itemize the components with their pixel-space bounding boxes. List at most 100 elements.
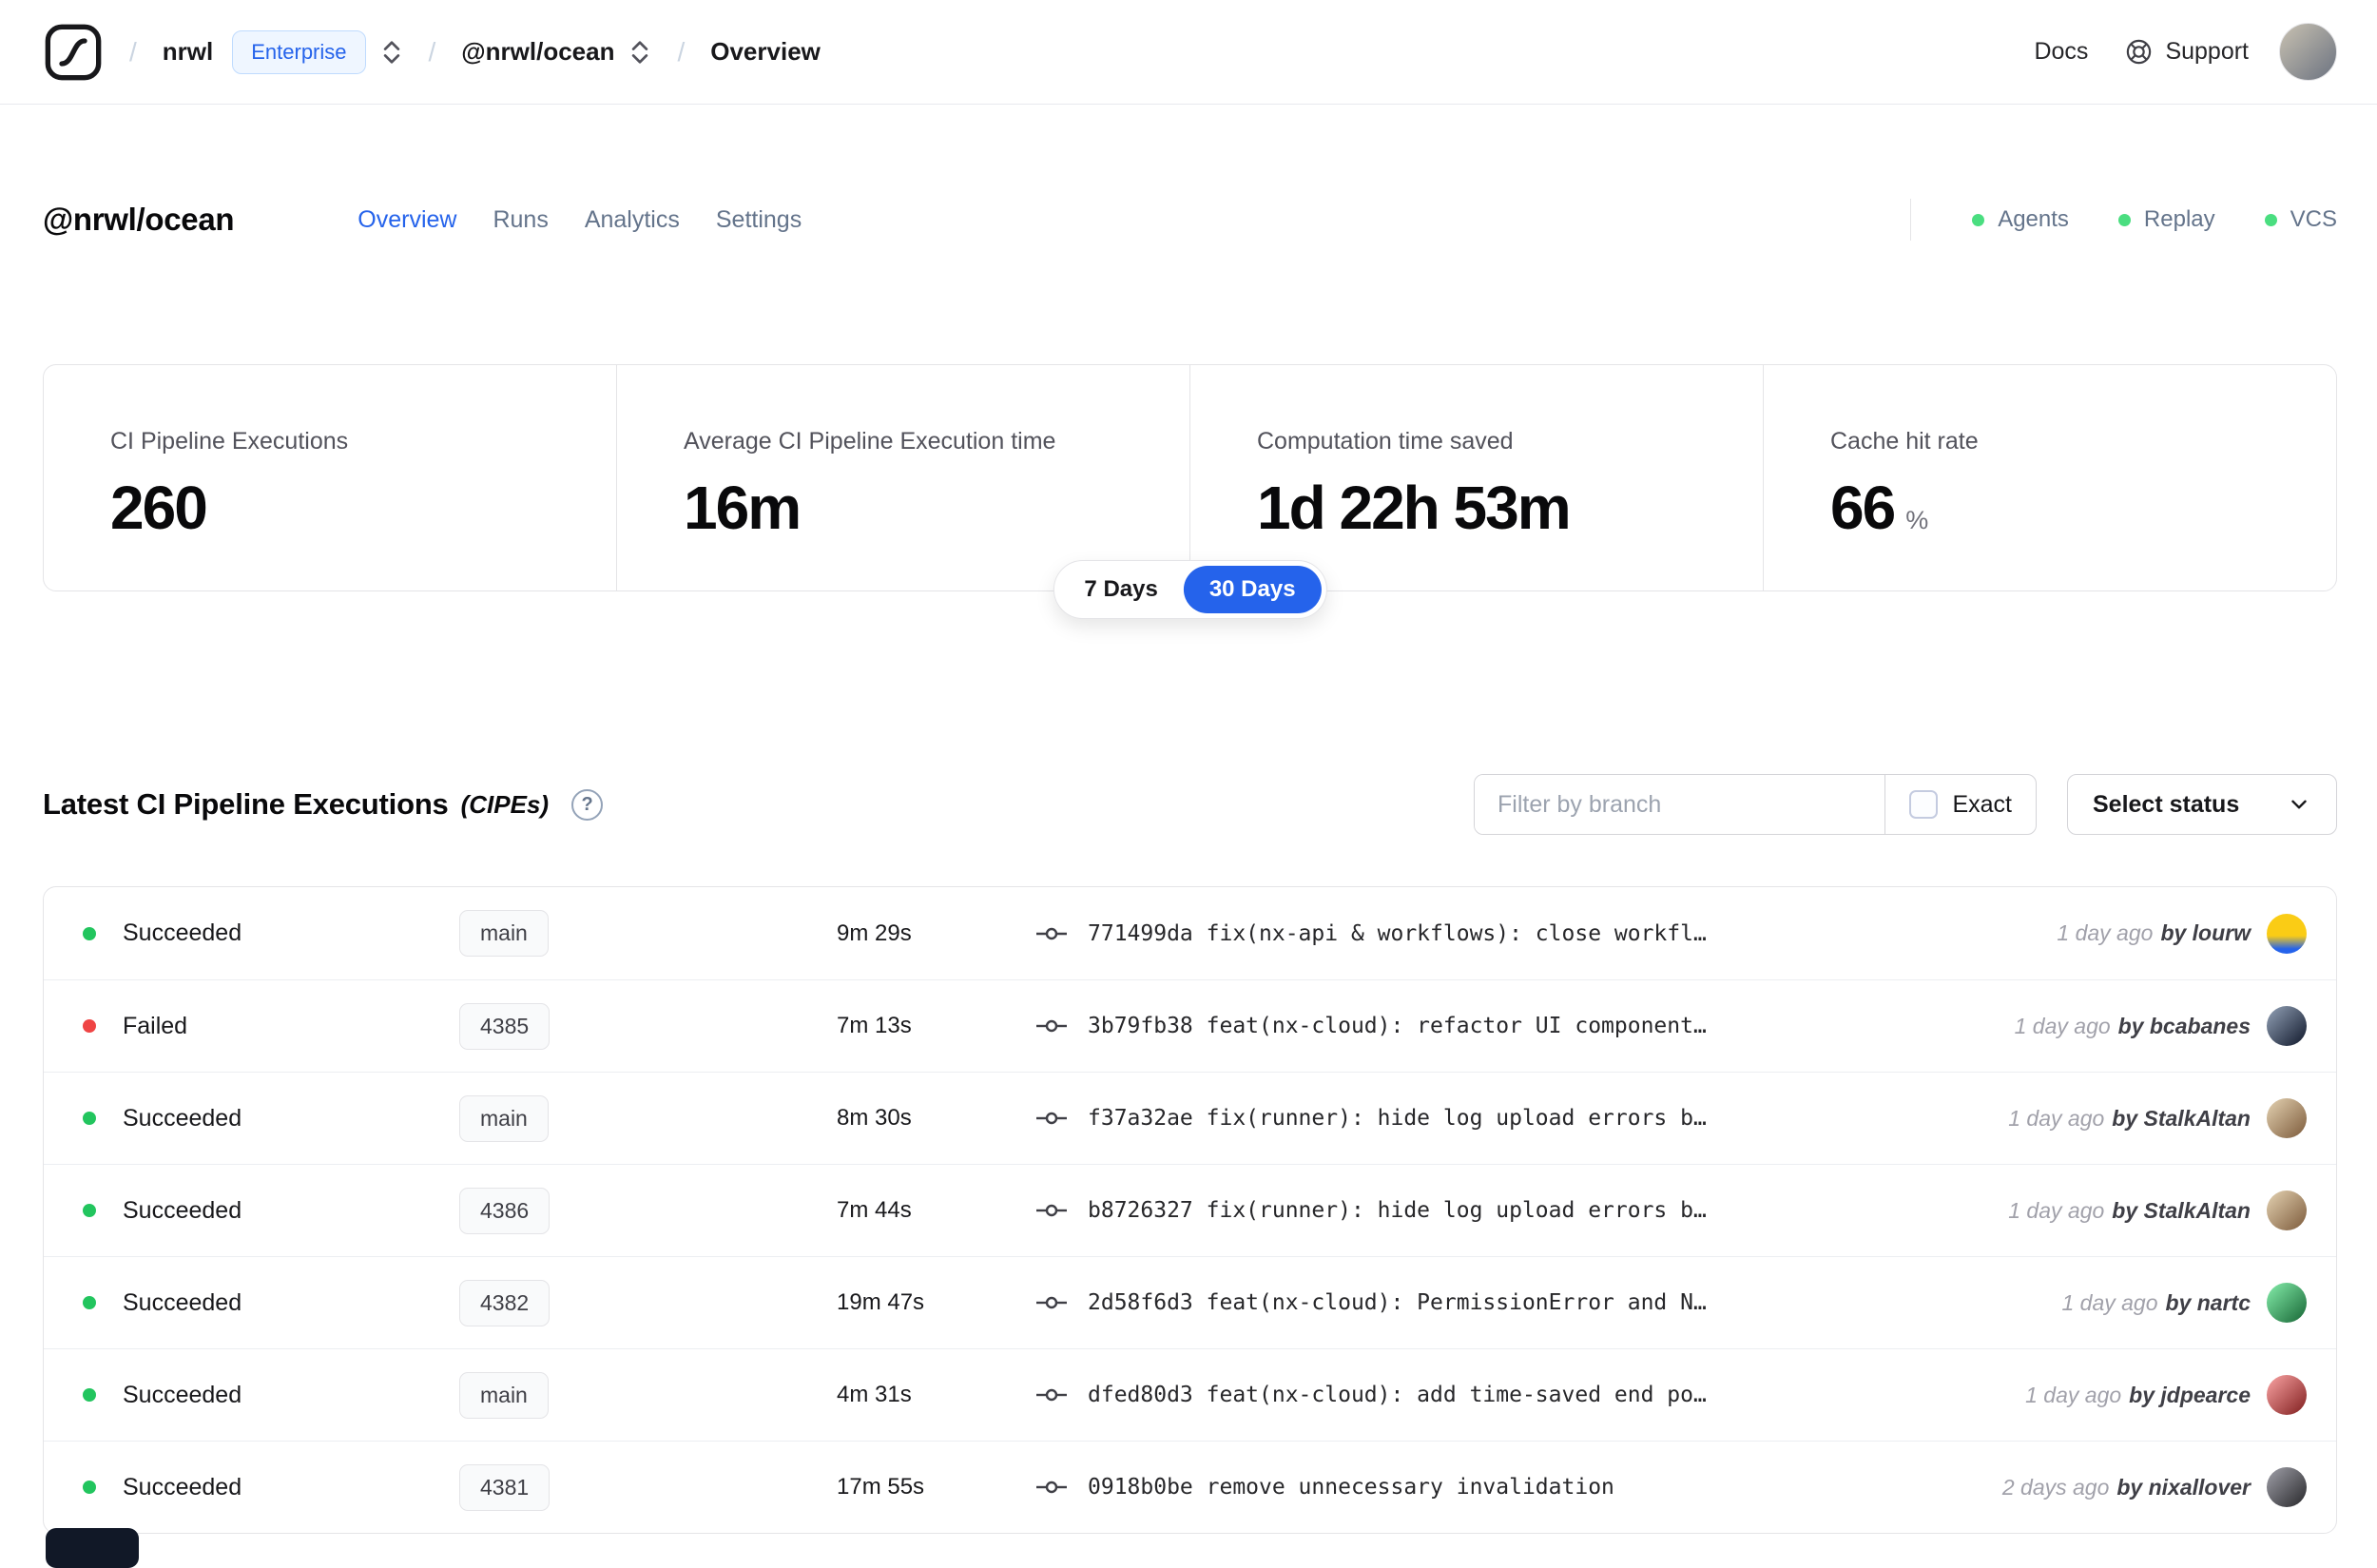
support-link[interactable]: Support [2124,37,2249,67]
help-icon[interactable]: ? [571,788,604,821]
relative-time: 1 day ago [2008,1197,2105,1223]
branch-filter-group: Exact [1474,774,2037,835]
tab-runs[interactable]: Runs [491,201,550,240]
status-select[interactable]: Select status [2067,774,2337,835]
lifebuoy-icon [2124,37,2154,67]
status-vcs-label: VCS [2290,206,2337,232]
avatar [2267,1467,2307,1507]
branch-pill[interactable]: 4381 [459,1463,551,1511]
duration: 7m 44s [837,1197,912,1223]
workspace-switcher-chevron-icon[interactable] [628,37,651,68]
status-select-label: Select status [2093,790,2240,818]
nx-logo-icon[interactable] [43,22,104,83]
author: by nartc [2165,1289,2251,1315]
cipe-row[interactable]: Succeeded main 8m 30s f37a32ae fix(runne… [44,1072,2336,1164]
branch-pill[interactable]: 4386 [459,1187,551,1234]
metric-ci-pipeline-executions: CI Pipeline Executions 260 [44,365,616,590]
author: by jdpearce [2129,1382,2251,1407]
cipe-row[interactable]: Succeeded 4381 17m 55s 0918b0be remove u… [44,1441,2336,1533]
metric-label: CI Pipeline Executions [110,428,349,455]
cipe-row[interactable]: Succeeded 4386 7m 44s b8726327 fix(runne… [44,1164,2336,1256]
status-dot [83,926,96,940]
green-status-dot-icon [2264,213,2277,226]
org-name[interactable]: nrwl [163,37,213,67]
metric-average-execution-time: Average CI Pipeline Execution time 16m [616,365,1189,590]
branch-filter-input[interactable] [1475,775,1885,834]
cipe-table: Succeeded main 9m 29s 771499da fix(nx-ap… [43,886,2337,1534]
git-commit-icon [1035,1107,1068,1130]
metric-value: 66 [1830,474,1896,542]
status-label: Failed [123,1012,188,1039]
org-switcher-chevron-icon[interactable] [380,37,403,68]
metric-value: 1d 22h 53m [1257,474,1572,542]
breadcrumb-separator: / [428,36,436,67]
author: by StalkAltan [2112,1197,2251,1223]
avatar [2267,1283,2307,1323]
cipes-title: Latest CI Pipeline Executions [43,787,449,821]
status-dot [83,1296,96,1309]
metric-computation-time-saved: Computation time saved 1d 22h 53m [1189,365,1763,590]
metric-label: Average CI Pipeline Execution time [684,428,1056,455]
avatar [2267,1191,2307,1230]
duration: 8m 30s [837,1105,912,1131]
status-label: Succeeded [123,920,242,946]
branch-pill[interactable]: 4385 [459,1002,551,1050]
cipe-row[interactable]: Succeeded main 4m 31s dfed80d3 feat(nx-c… [44,1348,2336,1441]
status-label: Succeeded [123,1196,242,1224]
branch-pill[interactable]: main [459,910,549,957]
metric-cache-hit-rate: Cache hit rate 66% [1763,365,2336,590]
branch-pill[interactable]: 4382 [459,1279,551,1326]
tab-analytics[interactable]: Analytics [583,201,682,240]
avatar [2267,1375,2307,1415]
navbar-actions: Docs Support [2034,23,2337,81]
status-agents[interactable]: Agents [1972,206,2069,233]
status-vcs[interactable]: VCS [2264,206,2337,233]
support-label: Support [2165,38,2249,65]
workspace-tabs: Overview Runs Analytics Settings [356,201,803,240]
relative-time: 2 days ago [2001,1474,2110,1500]
breadcrumb-separator: / [129,36,137,67]
git-commit-icon [1035,1199,1068,1222]
chat-launcher-partial[interactable] [46,1528,139,1568]
status-dot [83,1388,96,1402]
status-label: Succeeded [123,1473,242,1500]
green-status-dot-icon [2117,213,2131,226]
cipe-row[interactable]: Failed 4385 7m 13s 3b79fb38 feat(nx-clou… [44,979,2336,1072]
avatar [2267,913,2307,954]
branch-pill[interactable]: main [459,1371,549,1419]
relative-time: 1 day ago [2025,1382,2122,1407]
exact-checkbox[interactable] [1909,790,1939,819]
plan-badge: Enterprise [232,29,366,74]
cipes-controls: Exact Select status [1474,774,2337,835]
relative-time: 1 day ago [2061,1289,2158,1315]
status-replay-label: Replay [2143,206,2215,232]
relative-time: 1 day ago [2014,1013,2111,1038]
metric-suffix: % [1905,506,1929,534]
tab-overview[interactable]: Overview [356,201,458,240]
cipe-row[interactable]: Succeeded main 9m 29s 771499da fix(nx-ap… [44,887,2336,979]
cipe-row[interactable]: Succeeded 4382 19m 47s 2d58f6d3 feat(nx-… [44,1256,2336,1348]
current-page-crumb: Overview [710,37,821,66]
author: by nixallover [2116,1474,2251,1500]
relative-time: 1 day ago [2057,920,2154,945]
top-navbar: / nrwl Enterprise / @nrwl/ocean / Overvi… [0,0,2377,105]
docs-link[interactable]: Docs [2034,38,2088,66]
status-dot [83,1019,96,1033]
status-label: Succeeded [123,1381,242,1408]
user-avatar[interactable] [2279,23,2337,81]
range-30-days[interactable]: 30 Days [1183,566,1322,613]
author: by lourw [2160,920,2251,945]
commit-message: b8726327 fix(runner): hide log upload er… [1088,1198,1707,1223]
exact-toggle[interactable]: Exact [1884,775,2036,834]
range-7-days[interactable]: 7 Days [1058,566,1183,613]
metrics-panel: CI Pipeline Executions 260 Average CI Pi… [43,364,2337,619]
branch-pill[interactable]: main [459,1094,549,1142]
duration: 4m 31s [837,1382,912,1407]
commit-message: 771499da fix(nx-api & workflows): close … [1088,920,1707,946]
status-dot [83,1481,96,1494]
workspace-name[interactable]: @nrwl/ocean [461,37,614,67]
cipes-section-header: Latest CI Pipeline Executions (CIPEs) ? … [43,774,2337,835]
status-replay[interactable]: Replay [2117,206,2215,233]
git-commit-icon [1035,922,1068,945]
tab-settings[interactable]: Settings [714,201,803,240]
